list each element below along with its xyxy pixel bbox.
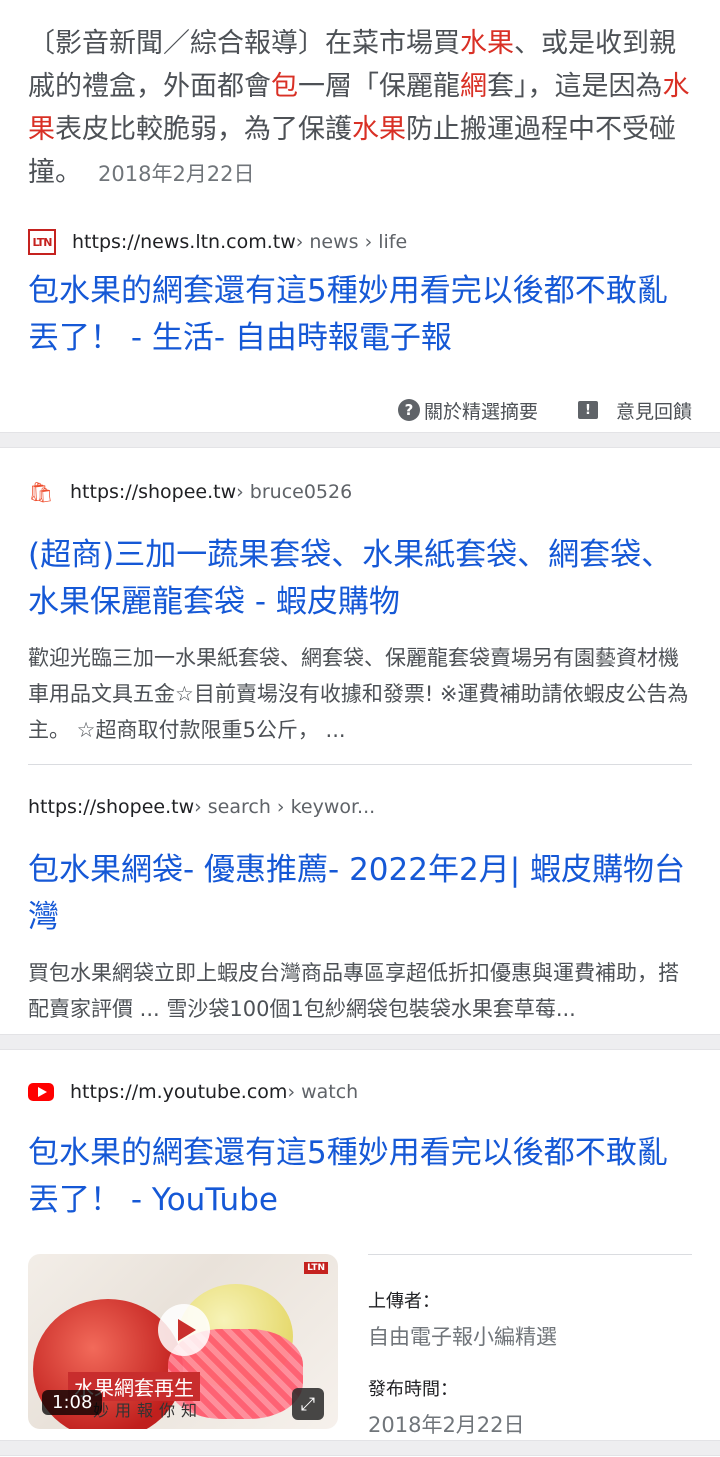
result-title-link[interactable]: 包水果的網套還有這5種妙用看完以後都不敢亂丟了！ - 生活- 自由時報電子報 bbox=[0, 268, 720, 362]
published-date: 2018年2月22日 bbox=[368, 1413, 525, 1437]
featured-snippet-card: 〔影音新聞／綜合報導〕在菜市場買水果、或是收到親戚的禮盒，外面都會包一層「保麗龍… bbox=[0, 0, 720, 432]
video-caption-sub: 妙用報你知 bbox=[93, 1401, 204, 1420]
result-source[interactable]: https://shopee.tw › search › keywor... bbox=[0, 787, 720, 827]
result-source[interactable]: 🛍 https://shopee.tw › bruce0526 bbox=[0, 448, 720, 512]
feedback-icon: ! bbox=[577, 401, 598, 419]
about-featured-snippet-button[interactable]: ? 關於精選摘要 bbox=[397, 397, 538, 424]
published-label: 發布時間： bbox=[368, 1379, 458, 1400]
uploader-label: 上傳者： bbox=[368, 1291, 440, 1312]
video-block: LTN 水果網套再生 妙用報你知 1:08 ⤢ 上傳者： 自由電子報小編精選 發… bbox=[0, 1254, 720, 1439]
video-thumbnail[interactable]: LTN 水果網套再生 妙用報你知 1:08 ⤢ bbox=[28, 1254, 338, 1429]
feedback-button[interactable]: ! 意見回饋 bbox=[577, 397, 692, 424]
play-icon[interactable] bbox=[158, 1304, 210, 1356]
result-divider bbox=[28, 764, 692, 765]
snippet-date: 2018年2月22日 bbox=[98, 162, 255, 186]
card-separator bbox=[0, 1440, 720, 1456]
source-url: https://shopee.tw bbox=[28, 796, 195, 818]
result-description: 買包水果網袋立即上蝦皮台灣商品專區享超低折扣優惠與運費補助，搭配賣家評價 ...… bbox=[28, 961, 679, 1021]
result-title-link[interactable]: 包水果的網套還有這5種妙用看完以後都不敢亂丟了！ - YouTube bbox=[0, 1130, 720, 1224]
channel-watermark: LTN bbox=[304, 1262, 328, 1274]
shopee-results-card: 🛍 https://shopee.tw › bruce0526 (超商)三加一蔬… bbox=[0, 448, 720, 1034]
result-source[interactable]: https://m.youtube.com › watch bbox=[0, 1050, 720, 1112]
youtube-favicon-icon bbox=[28, 1079, 54, 1105]
video-duration-badge: 1:08 bbox=[42, 1390, 103, 1415]
shopee-favicon-icon: 🛍 bbox=[28, 480, 54, 504]
result-description: 歡迎光臨三加一水果紙套袋、網套袋、保麗龍套袋賣場另有園藝資材機車用品文具五金☆目… bbox=[28, 646, 689, 742]
snippet-footer: ? 關於精選摘要 ! 意見回饋 bbox=[0, 380, 720, 440]
ltn-favicon-icon: LTN bbox=[28, 229, 56, 255]
youtube-result-card: https://m.youtube.com › watch 包水果的網套還有這5… bbox=[0, 1050, 720, 1440]
help-icon: ? bbox=[397, 399, 420, 421]
expand-icon[interactable]: ⤢ bbox=[292, 1388, 324, 1420]
video-meta: 上傳者： 自由電子報小編精選 發布時間： 2018年2月22日 bbox=[368, 1254, 692, 1439]
meta-divider bbox=[368, 1254, 692, 1255]
featured-snippet-text: 〔影音新聞／綜合報導〕在菜市場買水果、或是收到親戚的禮盒，外面都會包一層「保麗龍… bbox=[28, 28, 690, 188]
source-breadcrumb: › search › keywor... bbox=[194, 796, 376, 818]
source-url: https://m.youtube.com bbox=[70, 1081, 288, 1103]
card-separator bbox=[0, 1034, 720, 1050]
source-url: https://shopee.tw bbox=[70, 481, 237, 503]
source-breadcrumb: › watch bbox=[287, 1081, 359, 1103]
result-title-link[interactable]: 包水果網袋- 優惠推薦- 2022年2月| 蝦皮購物台灣 bbox=[0, 847, 720, 941]
source-url: https://news.ltn.com.tw bbox=[72, 231, 296, 253]
source-breadcrumb: › news › life bbox=[295, 231, 408, 253]
result-source[interactable]: LTN https://news.ltn.com.tw › news › lif… bbox=[0, 222, 720, 262]
uploader-name: 自由電子報小編精選 bbox=[368, 1325, 557, 1349]
source-breadcrumb: › bruce0526 bbox=[236, 481, 353, 503]
result-title-link[interactable]: (超商)三加一蔬果套袋、水果紙套袋、網套袋、水果保麗龍套袋 - 蝦皮購物 bbox=[0, 532, 720, 626]
